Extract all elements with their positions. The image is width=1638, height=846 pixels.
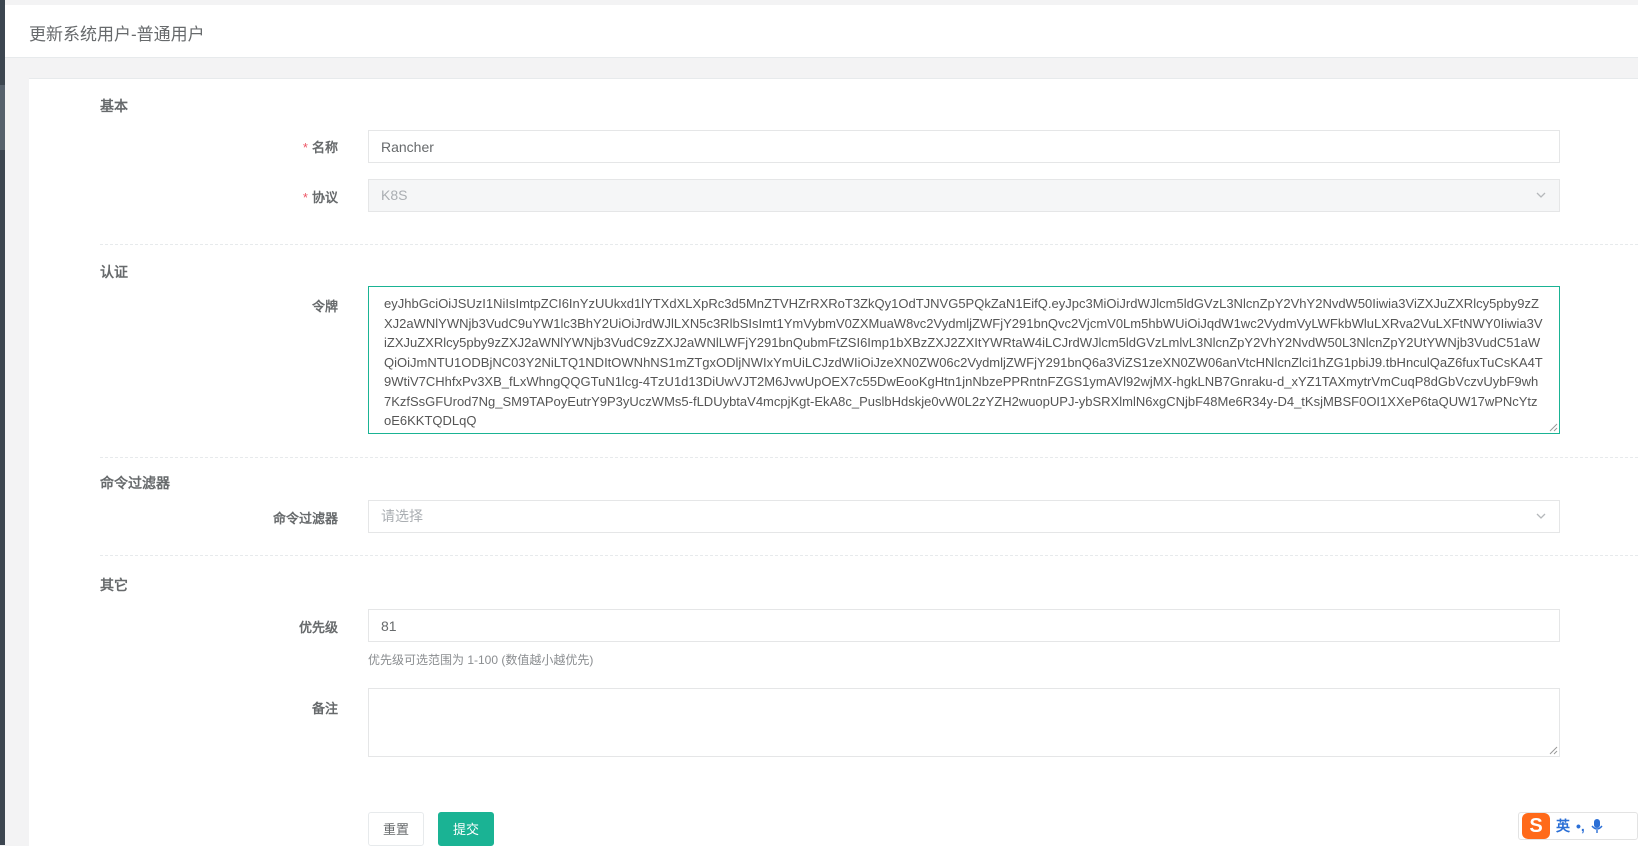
name-label: * 名称 <box>302 140 338 155</box>
chevron-down-icon <box>1536 192 1546 198</box>
chevron-down-icon <box>1536 513 1546 519</box>
section-cmd-filter-title: 命令过滤器 <box>100 475 170 491</box>
section-divider <box>100 244 1638 245</box>
command-filter-label: 命令过滤器 <box>272 511 338 526</box>
ime-language-toggle[interactable]: 英 <box>1556 816 1570 836</box>
section-divider <box>100 555 1638 556</box>
submit-button[interactable]: 提交 <box>438 812 494 846</box>
command-filter-placeholder: 请选择 <box>381 508 423 524</box>
comment-label: 备注 <box>311 701 338 716</box>
comment-textarea[interactable] <box>368 688 1560 757</box>
token-label: 令牌 <box>311 299 338 314</box>
resize-handle-icon[interactable] <box>1548 422 1558 432</box>
resize-handle-icon[interactable] <box>1548 745 1558 755</box>
required-mark: * <box>302 140 308 155</box>
priority-label: 优先级 <box>298 620 338 635</box>
page-title: 更新系统用户-普通用户 <box>29 25 205 44</box>
section-basic-title: 基本 <box>100 98 128 114</box>
protocol-value: K8S <box>381 187 408 203</box>
microphone-icon[interactable] <box>1591 818 1603 834</box>
section-divider <box>100 457 1638 458</box>
ime-toolbar[interactable]: S 英 •, <box>1518 812 1638 840</box>
required-mark: * <box>302 190 308 205</box>
priority-input[interactable] <box>368 609 1560 642</box>
section-auth-title: 认证 <box>100 264 128 280</box>
name-input[interactable] <box>368 130 1560 163</box>
sogou-logo-icon: S <box>1522 813 1550 839</box>
token-value: eyJhbGciOiJSUzI1NiIsImtpZCI6InYzUUkxd1lY… <box>384 296 1543 428</box>
priority-help-text: 优先级可选范围为 1-100 (数值越小越优先) <box>368 653 594 667</box>
page-header: 更新系统用户-普通用户 <box>5 5 1638 58</box>
command-filter-select[interactable]: 请选择 <box>368 500 1560 533</box>
ime-punctuation-toggle[interactable]: •, <box>1576 818 1585 834</box>
token-textarea[interactable]: eyJhbGciOiJSUzI1NiIsImtpZCI6InYzUUkxd1lY… <box>368 286 1560 434</box>
protocol-select[interactable]: K8S <box>368 179 1560 212</box>
reset-button[interactable]: 重置 <box>368 812 424 846</box>
section-other-title: 其它 <box>100 577 128 593</box>
protocol-label: * 协议 <box>302 190 338 205</box>
sidebar-edge <box>0 0 5 845</box>
